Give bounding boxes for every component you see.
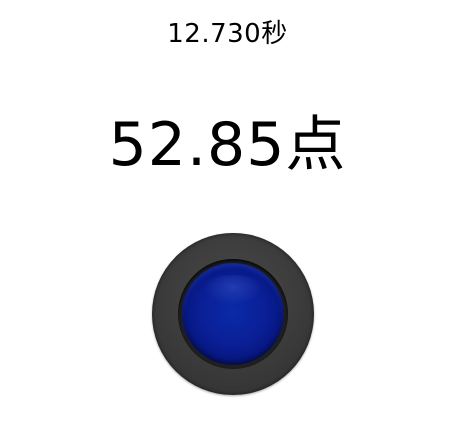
push-button-base (152, 233, 314, 395)
push-button-ring (178, 259, 288, 369)
score-display: 52.85点 (108, 110, 347, 180)
elapsed-time: 12.730秒 (167, 19, 288, 49)
push-button[interactable] (182, 263, 284, 365)
